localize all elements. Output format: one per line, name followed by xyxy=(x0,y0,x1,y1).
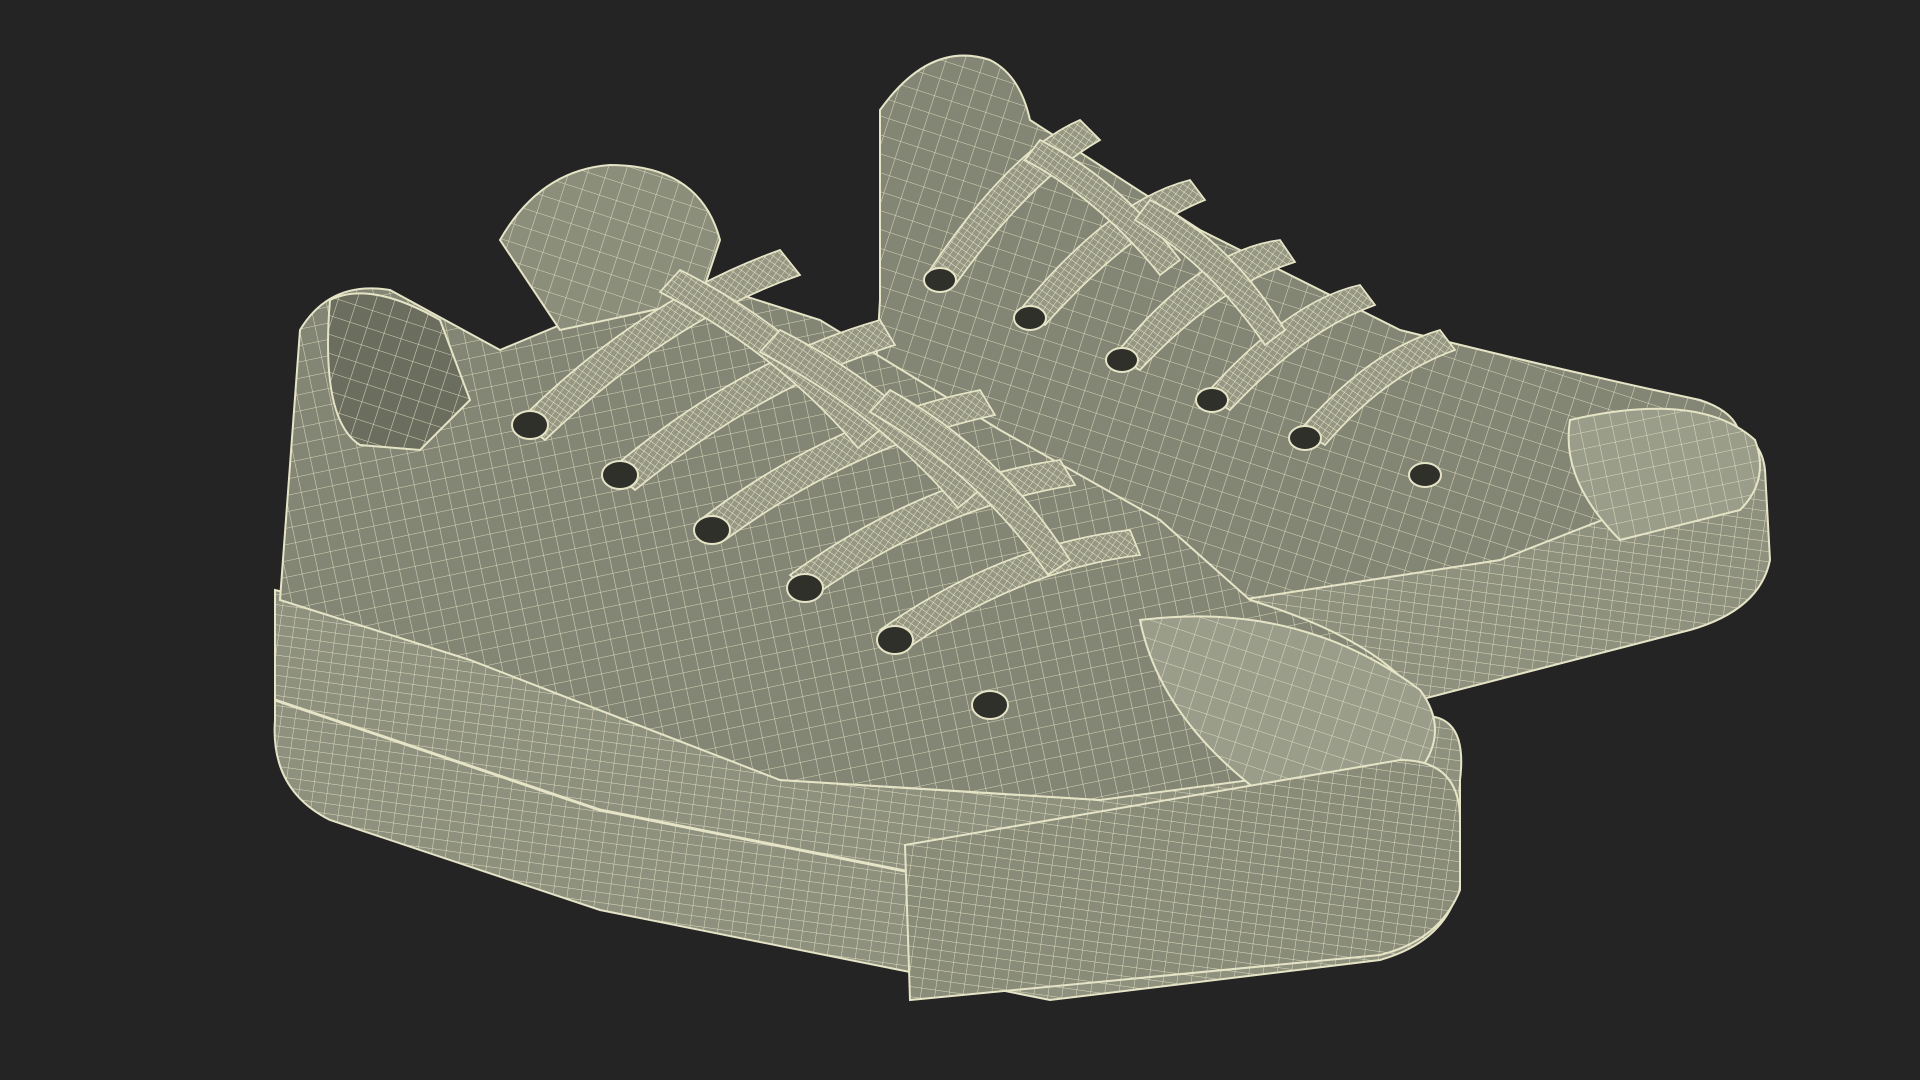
sneakers-wireframe-render xyxy=(0,0,1920,1080)
